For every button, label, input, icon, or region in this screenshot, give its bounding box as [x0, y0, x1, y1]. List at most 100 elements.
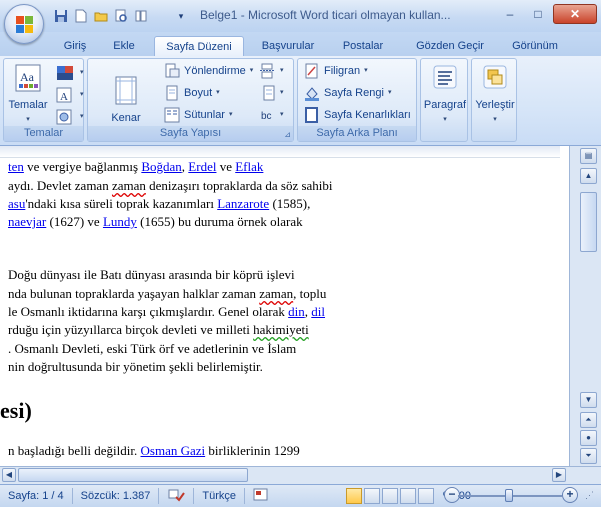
- doc-link[interactable]: naevjar: [8, 214, 46, 229]
- sayfa-rengi-button[interactable]: Sayfa Rengi ▾: [304, 83, 391, 103]
- grammar-flag: hakimiyeti: [253, 322, 309, 337]
- proofing-icon[interactable]: [159, 488, 193, 505]
- yonlendirme-label: Yönlendirme: [184, 65, 246, 77]
- columns-icon: [164, 107, 180, 123]
- page-counter[interactable]: Sayfa: 1 / 4: [0, 490, 72, 502]
- link-dil[interactable]: dil: [311, 304, 325, 319]
- tab-gozden-gecir[interactable]: Gözden Geçir: [408, 36, 492, 56]
- macro-record-icon[interactable]: [245, 488, 277, 505]
- temalar-button[interactable]: Aa Temalar ▾: [8, 63, 48, 126]
- print-preview-icon[interactable]: [112, 7, 130, 25]
- document-area[interactable]: ten ve vergiye bağlanmış Boğdan, Erdel v…: [0, 146, 560, 466]
- link-lundy[interactable]: Lundy: [103, 214, 137, 229]
- yonlendirme-button[interactable]: Yönlendirme ▾: [164, 61, 253, 81]
- hyphenation-button[interactable]: bc ▾: [260, 105, 284, 125]
- full-screen-reading-view-icon[interactable]: [363, 488, 380, 504]
- office-button[interactable]: [4, 4, 44, 44]
- doc-line-11: n başladığı belli değildir. Osman Gazi b…: [8, 443, 300, 458]
- line-numbers-button[interactable]: ▾: [260, 83, 284, 103]
- page-borders-icon: [305, 107, 318, 123]
- doc-line-8: rduğu için yüzyıllarca birçok devleti ve…: [8, 322, 309, 337]
- doc-line-7: le Osmanlı iktidarına karşı çıkmışlardır…: [8, 304, 326, 319]
- browse-object-icon[interactable]: ●: [580, 430, 597, 446]
- spelling-icon[interactable]: [132, 7, 150, 25]
- sayfa-kenarliklari-button[interactable]: Sayfa Kenarlıkları: [304, 105, 411, 125]
- doc-line-5: Doğu dünyası ile Batı dünyası arasında b…: [8, 267, 295, 282]
- page-edge: [0, 146, 560, 158]
- line-numbers-icon: [263, 85, 275, 101]
- group-label-sayfa-arka-plani: Sayfa Arka Planı: [298, 126, 416, 141]
- close-button[interactable]: ✕: [553, 4, 597, 24]
- link-eflak[interactable]: Eflak: [235, 159, 263, 174]
- tab-sayfa-duzeni[interactable]: Sayfa Düzeni: [154, 36, 244, 56]
- theme-colors-button[interactable]: ▾: [56, 63, 84, 83]
- theme-effects-button[interactable]: ▾: [56, 107, 84, 127]
- tab-basvurular[interactable]: Başvurular: [252, 36, 324, 56]
- scroll-left-arrow-icon[interactable]: ◀: [2, 468, 16, 482]
- yerlestir-button[interactable]: Yerleştir ▾: [473, 63, 517, 126]
- doc-link[interactable]: asu: [8, 196, 25, 211]
- filigran-button[interactable]: Filigran ▾: [304, 61, 368, 81]
- scroll-up-arrow-icon[interactable]: ▲: [580, 168, 597, 184]
- link-osman-gazi[interactable]: Osman Gazi: [141, 443, 206, 458]
- horizontal-scrollbar[interactable]: ◀ ▶: [0, 466, 601, 484]
- watermark-icon: [305, 63, 318, 79]
- size-icon: [166, 85, 178, 101]
- sutunlar-label: Sütunlar: [184, 109, 225, 121]
- doc-line-6: nda bulunan topraklarda yaşayan halklar …: [8, 286, 327, 301]
- zoom-in-button[interactable]: +: [562, 487, 578, 503]
- tab-giris[interactable]: Giriş: [56, 36, 94, 56]
- draft-view-icon[interactable]: [417, 488, 434, 504]
- spelling-flag: zaman: [259, 286, 294, 301]
- breaks-button[interactable]: ▾: [260, 61, 284, 81]
- customize-qat-arrow[interactable]: ▾: [172, 7, 190, 25]
- scroll-down-arrow-icon[interactable]: ▼: [580, 392, 597, 408]
- web-layout-view-icon[interactable]: [381, 488, 398, 504]
- tab-postalar[interactable]: Postalar: [334, 36, 392, 56]
- scroll-right-arrow-icon[interactable]: ▶: [552, 468, 566, 482]
- themes-icon: Aa: [15, 64, 41, 92]
- filigran-label: Filigran: [324, 65, 361, 77]
- open-folder-icon[interactable]: [92, 7, 110, 25]
- margins-icon: [115, 76, 137, 105]
- paragraph-icon: [433, 65, 457, 89]
- theme-effects-icon: [56, 109, 72, 125]
- zoom-slider-knob[interactable]: [505, 489, 513, 502]
- temalar-label: Temalar: [8, 99, 48, 111]
- language-indicator[interactable]: Türkçe: [194, 490, 244, 502]
- link-lanzarote[interactable]: Lanzarote: [217, 196, 269, 211]
- link-bogdan[interactable]: Boğdan: [141, 159, 181, 174]
- ribbon: Aa Temalar▾ ▾ A▾ ▾ Temalar Kenar Boşlukl…: [0, 56, 601, 146]
- sutunlar-button[interactable]: Sütunlar ▾: [164, 105, 233, 125]
- previous-page-icon[interactable]: ⏶: [580, 412, 597, 428]
- minimize-button[interactable]: –: [497, 4, 523, 24]
- ruler-toggle-icon[interactable]: ▤: [580, 148, 597, 164]
- next-page-icon[interactable]: ⏷: [580, 448, 597, 464]
- tab-gorunum[interactable]: Görünüm: [504, 36, 566, 56]
- paragraf-button[interactable]: Paragraf ▾: [423, 63, 467, 126]
- group-label-sayfa-yapisi: Sayfa Yapısı: [88, 126, 293, 141]
- hyphenation-icon: bc: [261, 111, 272, 122]
- theme-fonts-button[interactable]: A ▾: [56, 85, 84, 105]
- word-counter[interactable]: Sözcük: 1.387: [73, 490, 159, 502]
- link-erdel[interactable]: Erdel: [188, 159, 216, 174]
- vertical-scroll-thumb[interactable]: [580, 192, 597, 252]
- save-icon[interactable]: [52, 7, 70, 25]
- outline-view-icon[interactable]: [399, 488, 416, 504]
- resize-grip-icon[interactable]: ⋰: [585, 490, 594, 501]
- doc-link[interactable]: ten: [8, 159, 24, 174]
- new-document-icon[interactable]: [72, 7, 90, 25]
- breaks-icon: [260, 63, 274, 79]
- vertical-scrollbar[interactable]: ▤ ▲ ▼ ⏶ ● ⏷: [569, 146, 601, 466]
- maximize-button[interactable]: □: [525, 4, 551, 24]
- horizontal-scroll-thumb[interactable]: [18, 468, 248, 482]
- link-din[interactable]: din: [288, 304, 305, 319]
- sayfa-yapisi-launcher-icon[interactable]: ⊿: [284, 130, 291, 139]
- svg-text:bc: bc: [261, 111, 272, 122]
- office-logo-icon: [16, 16, 34, 34]
- svg-text:A: A: [60, 91, 68, 103]
- paragraf-label: Paragraf: [423, 99, 467, 111]
- tab-ekle[interactable]: Ekle: [104, 36, 144, 56]
- boyut-button[interactable]: Boyut ▾: [164, 83, 220, 103]
- print-layout-view-icon[interactable]: [345, 488, 362, 504]
